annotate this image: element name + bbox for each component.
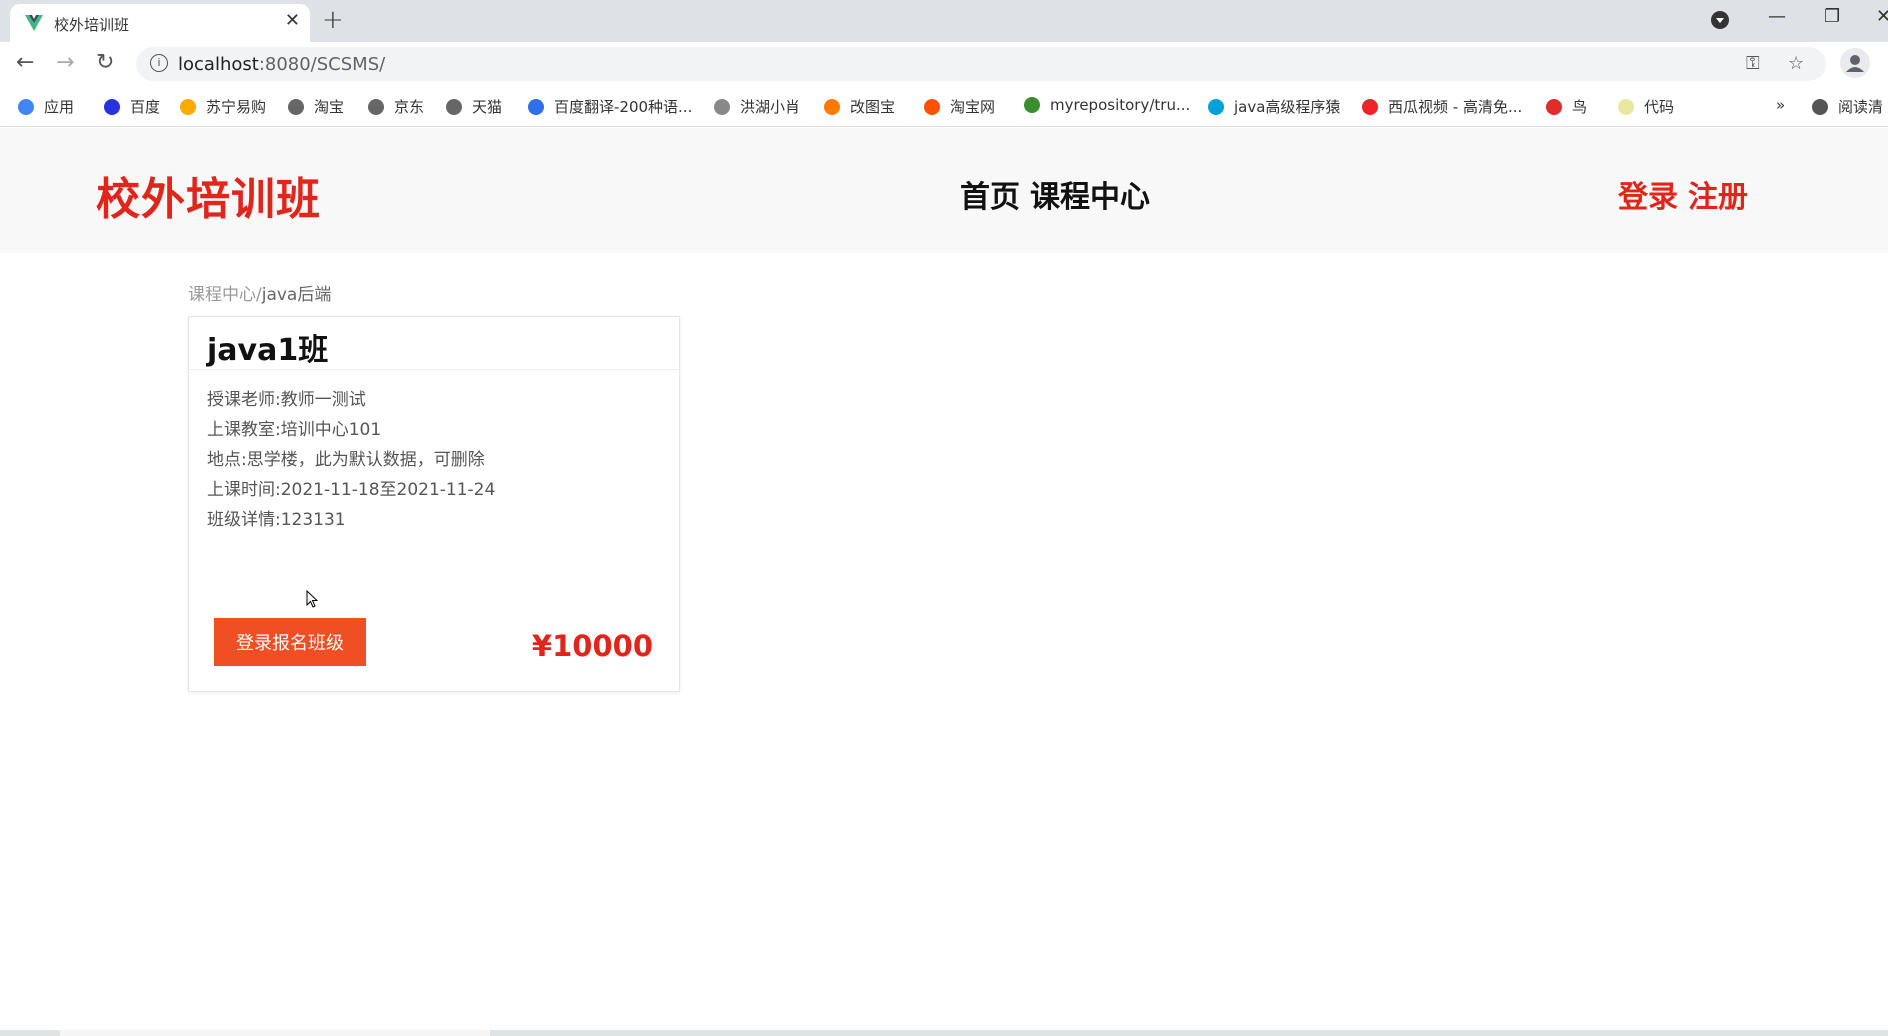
mouse-cursor-icon [306, 590, 318, 608]
bookmark-item[interactable]: 阅读清 [1812, 96, 1883, 117]
bookmark-favicon-icon [528, 99, 544, 115]
site-logo[interactable]: 校外培训班 [96, 163, 321, 227]
bookmark-favicon-icon [1618, 99, 1634, 115]
close-window-icon[interactable]: ✕ [1876, 6, 1888, 27]
more-bookmarks-icon[interactable]: » [1776, 96, 1785, 114]
bookmark-favicon-icon [1812, 99, 1828, 115]
login-link[interactable]: 登录 [1618, 180, 1678, 215]
class-price: ¥10000 [531, 629, 653, 663]
bookmark-label: 改图宝 [850, 98, 896, 116]
url-text: localhost:8080/SCSMS/ [178, 54, 386, 75]
bookmark-item[interactable]: 苏宁易购 [180, 96, 266, 117]
star-icon[interactable]: ☆ [1788, 53, 1804, 74]
bookmark-item[interactable]: java高级程序猿 [1208, 96, 1340, 117]
class-location: 地点:思学楼，此为默认数据，可删除 [207, 450, 485, 470]
site-header: 校外培训班 首页 课程中心 登录 注册 [0, 128, 1888, 253]
bookmark-item[interactable]: 应用 [18, 96, 74, 117]
bookmark-label: 应用 [44, 98, 75, 116]
bookmark-item[interactable]: 西瓜视频 - 高清免... [1362, 96, 1522, 117]
bookmark-favicon-icon [180, 99, 196, 115]
bookmark-item[interactable]: myrepository/tru... [1024, 96, 1190, 114]
reload-icon[interactable]: ↻ [96, 50, 114, 75]
enroll-button[interactable]: 登录报名班级 [214, 618, 366, 666]
browser-toolbar: ← → ↻ i localhost:8080/SCSMS/ ⚿ ☆ [0, 42, 1888, 85]
bookmark-favicon-icon [18, 99, 34, 115]
bookmark-favicon-icon [1208, 99, 1224, 115]
bookmark-favicon-icon [446, 99, 462, 115]
tab-title: 校外培训班 [54, 16, 130, 34]
bookmark-item[interactable]: 淘宝 [288, 96, 344, 117]
class-teacher: 授课老师:教师一测试 [207, 390, 366, 410]
bookmark-favicon-icon [1024, 97, 1040, 113]
bookmark-label: 苏宁易购 [206, 98, 267, 116]
bookmark-label: 鸟 [1572, 98, 1588, 116]
address-bar[interactable]: i localhost:8080/SCSMS/ ⚿ ☆ [136, 47, 1826, 81]
class-card: java1班 授课老师:教师一测试 上课教室:培训中心101 地点:思学楼，此为… [188, 316, 680, 692]
restore-icon[interactable]: ❐ [1824, 6, 1840, 27]
bookmark-favicon-icon [824, 99, 840, 115]
bookmark-label: 百度翻译-200种语... [554, 98, 693, 116]
class-details: 班级详情:123131 [207, 510, 346, 530]
bookmark-item[interactable]: 天猫 [446, 96, 502, 117]
class-info: 授课老师:教师一测试 上课教室:培训中心101 地点:思学楼，此为默认数据，可删… [207, 385, 495, 535]
card-divider [189, 369, 679, 370]
new-tab-icon[interactable]: + [322, 5, 344, 35]
browser-tab-strip: 校外培训班 ✕ + — ❐ ✕ [0, 0, 1888, 42]
bookmark-favicon-icon [924, 99, 940, 115]
profile-dropdown-icon[interactable] [1710, 10, 1730, 30]
browser-tab[interactable]: 校外培训班 ✕ [10, 4, 310, 42]
back-icon[interactable]: ← [16, 50, 34, 75]
avatar[interactable] [1840, 48, 1870, 78]
register-link[interactable]: 注册 [1688, 180, 1748, 215]
bookmark-label: 淘宝 [314, 98, 345, 116]
bookmark-item[interactable]: 百度 [104, 96, 160, 117]
close-tab-icon[interactable]: ✕ [285, 10, 300, 31]
minimize-icon[interactable]: — [1768, 6, 1786, 27]
class-title: java1班 [207, 333, 329, 368]
bookmark-item[interactable]: 淘宝网 [924, 96, 995, 117]
bookmark-item[interactable]: 洪湖小肖 [714, 96, 800, 117]
breadcrumb: 课程中心/java后端 [188, 280, 331, 305]
bookmark-label: 代码 [1644, 98, 1675, 116]
bookmark-label: 京东 [394, 98, 425, 116]
bookmark-item[interactable]: 代码 [1618, 96, 1674, 117]
bookmarks-bar: 应用 百度 苏宁易购 淘宝 京东 天猫 百度翻译-200种语... 洪湖小肖 改图宝 淘宝网 myr… [0, 85, 1888, 127]
user-icon [1846, 55, 1864, 72]
bookmark-label: 天猫 [472, 98, 503, 116]
breadcrumb-parent[interactable]: 课程中心 [188, 285, 256, 305]
bookmark-item[interactable]: 鸟 [1546, 96, 1587, 117]
key-icon[interactable]: ⚿ [1746, 53, 1760, 74]
bookmark-item[interactable]: 百度翻译-200种语... [528, 96, 692, 117]
nav-home[interactable]: 首页 [960, 180, 1020, 215]
bookmark-label: 西瓜视频 - 高清免... [1388, 98, 1523, 116]
bookmark-favicon-icon [714, 99, 730, 115]
scrollbar-thumb[interactable] [60, 1030, 490, 1036]
class-classroom: 上课教室:培训中心101 [207, 420, 382, 440]
breadcrumb-current: java后端 [261, 285, 332, 305]
bookmark-label: myrepository/tru... [1050, 96, 1191, 114]
bookmark-item[interactable]: 京东 [368, 96, 424, 117]
bookmark-label: 阅读清 [1838, 98, 1884, 116]
site-info-icon[interactable]: i [150, 54, 168, 72]
bookmark-label: 洪湖小肖 [740, 98, 801, 116]
class-time: 上课时间:2021-11-18至2021-11-24 [207, 480, 496, 500]
vue-logo-icon [25, 15, 43, 31]
bookmark-favicon-icon [1546, 99, 1562, 115]
auth-links: 登录 注册 [1618, 172, 1758, 216]
bookmark-label: 淘宝网 [950, 98, 996, 116]
bookmark-favicon-icon [1362, 99, 1378, 115]
main-nav: 首页 课程中心 [960, 172, 1160, 216]
nav-course-center[interactable]: 课程中心 [1030, 180, 1150, 215]
bookmark-label: java高级程序猿 [1234, 98, 1341, 116]
bookmark-label: 百度 [130, 98, 161, 116]
bookmark-favicon-icon [104, 99, 120, 115]
bookmark-favicon-icon [288, 99, 304, 115]
bookmark-item[interactable]: 改图宝 [824, 96, 895, 117]
forward-icon[interactable]: → [56, 50, 74, 75]
bookmark-favicon-icon [368, 99, 384, 115]
